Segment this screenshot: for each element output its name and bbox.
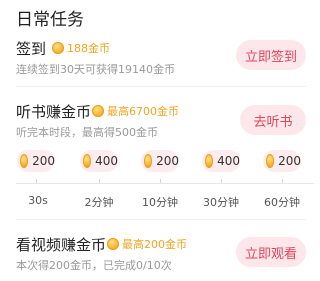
timeline-tick: [282, 179, 283, 183]
milestone-badge: 400: [80, 150, 118, 172]
divider: [16, 86, 306, 87]
milestone-badge: 200: [263, 150, 301, 172]
gold-coin-icon: [20, 154, 29, 168]
milestone-coins: 200: [32, 154, 55, 168]
milestone-time: 30分钟: [203, 196, 239, 209]
task-listen-reward: 最高6700金币: [92, 103, 179, 119]
task-listen-title: 听书赚金币: [16, 103, 92, 121]
timeline-tick: [221, 179, 222, 183]
gold-coin-icon: [52, 42, 64, 54]
milestone-time: 10分钟: [142, 196, 178, 209]
page-title: 日常任务: [16, 10, 84, 30]
task-listen: 听书赚金币 最高6700金币 听完本时段，最高得500金币 去听书: [0, 100, 320, 145]
task-checkin-reward-text: 188金币: [67, 42, 110, 55]
divider: [16, 219, 306, 220]
task-listen-reward-text: 最高6700金币: [107, 105, 179, 118]
task-checkin-desc: 连续签到30天可获得19140金币: [16, 63, 175, 76]
gold-coin-icon: [83, 154, 92, 168]
milestone-time: 2分钟: [84, 196, 114, 209]
milestone-badge: 200: [141, 150, 179, 172]
gold-coin-icon: [144, 154, 153, 168]
checkin-button[interactable]: 立即签到: [236, 40, 306, 70]
task-listen-desc: 听完本时段，最高得500金币: [16, 126, 158, 139]
milestone-time: 30s: [28, 194, 48, 207]
milestone-badge: 200: [17, 150, 55, 172]
task-checkin-title: 签到: [16, 40, 47, 58]
milestone-coins: 400: [217, 154, 240, 168]
gold-coin-icon: [266, 154, 275, 168]
task-video-reward-text: 最高200金币: [122, 238, 187, 251]
timeline-tick: [36, 179, 37, 183]
gold-coin-icon: [92, 105, 104, 117]
gold-coin-icon: [107, 238, 119, 250]
timeline-tick: [99, 179, 100, 183]
task-video-reward: 最高200金币: [107, 236, 187, 252]
listen-button[interactable]: 去听书: [240, 105, 306, 135]
task-video-desc: 本次得200金币，已完成0/10次: [16, 259, 172, 272]
listen-milestones: 200 400 200 400 200 30s 2分钟 10分钟 30分钟 60…: [0, 150, 320, 210]
task-video: 看视频赚金币 最高200金币 本次得200金币，已完成0/10次 立即观看: [0, 233, 320, 278]
progress-timeline: [16, 183, 314, 184]
milestone-coins: 200: [278, 154, 301, 168]
task-checkin: 签到 188金币 连续签到30天可获得19140金币 立即签到: [0, 36, 320, 86]
task-video-title: 看视频赚金币: [16, 236, 107, 254]
milestone-time: 60分钟: [264, 196, 300, 209]
watch-video-button[interactable]: 立即观看: [236, 237, 306, 267]
task-checkin-reward: 188金币: [52, 40, 110, 56]
milestone-coins: 200: [156, 154, 179, 168]
milestone-badge: 400: [202, 150, 240, 172]
timeline-tick: [160, 179, 161, 183]
milestone-coins: 400: [95, 154, 118, 168]
gold-coin-icon: [205, 154, 214, 168]
